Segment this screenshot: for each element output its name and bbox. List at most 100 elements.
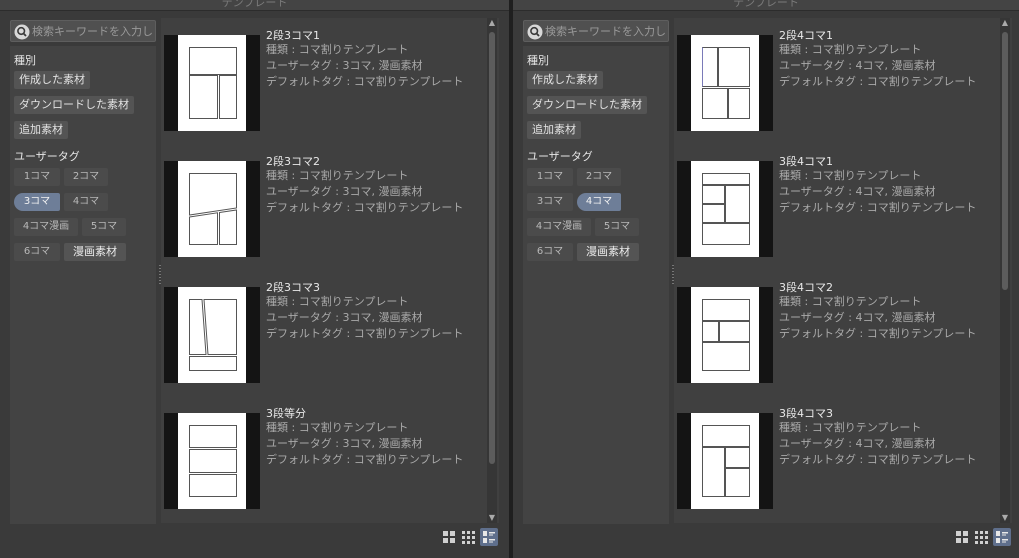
- list-item[interactable]: 3段等分 種類 : コマ割りテンプレート ユーザータグ : 3コマ, 漫画素材 …: [164, 407, 482, 509]
- search-icon: [14, 24, 30, 40]
- item-kind: 種類 : コマ割りテンプレート: [266, 169, 409, 182]
- item-user-tag: ユーザータグ : 3コマ, 漫画素材: [266, 185, 423, 198]
- material-list: 2段4コマ1 種類 : コマ割りテンプレート ユーザータグ : 4コマ, 漫画素…: [674, 18, 1012, 523]
- item-kind: 種類 : コマ割りテンプレート: [779, 43, 922, 56]
- tag-5koma[interactable]: 5コマ: [82, 218, 126, 236]
- tag-6koma[interactable]: 6コマ: [527, 243, 573, 261]
- search-input[interactable]: [32, 23, 152, 39]
- item-default-tag: デフォルトタグ : コマ割りテンプレート: [266, 453, 464, 466]
- user-tag-section-label: ユーザータグ: [527, 150, 593, 163]
- tag-2koma[interactable]: 2コマ: [577, 168, 621, 186]
- large-thumbnail-view-icon: [443, 531, 455, 543]
- vertical-scrollbar[interactable]: ▲ ▼: [1000, 18, 1010, 523]
- kind-added-button[interactable]: 追加素材: [14, 121, 68, 139]
- list-item[interactable]: 2段3コマ1 種類 : コマ割りテンプレート ユーザータグ : 3コマ, 漫画素…: [164, 29, 482, 131]
- template-thumbnail: [164, 287, 260, 383]
- item-default-tag: デフォルトタグ : コマ割りテンプレート: [779, 75, 977, 88]
- kind-downloaded-button[interactable]: ダウンロードした素材: [14, 96, 134, 114]
- list-item[interactable]: 3段4コマ3 種類 : コマ割りテンプレート ユーザータグ : 4コマ, 漫画素…: [677, 407, 995, 509]
- large-thumbnail-view-icon: [956, 531, 968, 543]
- item-default-tag: デフォルトタグ : コマ割りテンプレート: [266, 327, 464, 340]
- tag-3koma[interactable]: 3コマ: [14, 193, 60, 211]
- item-user-tag: ユーザータグ : 4コマ, 漫画素材: [779, 437, 936, 450]
- search-box[interactable]: [523, 20, 669, 42]
- item-kind: 種類 : コマ割りテンプレート: [779, 169, 922, 182]
- item-default-tag: デフォルトタグ : コマ割りテンプレート: [266, 75, 464, 88]
- item-default-tag: デフォルトタグ : コマ割りテンプレート: [779, 201, 977, 214]
- tag-2koma[interactable]: 2コマ: [64, 168, 108, 186]
- item-kind: 種類 : コマ割りテンプレート: [266, 421, 409, 434]
- material-list: 2段3コマ1 種類 : コマ割りテンプレート ユーザータグ : 3コマ, 漫画素…: [161, 18, 499, 523]
- item-kind: 種類 : コマ割りテンプレート: [779, 421, 922, 434]
- small-thumbnail-view-button[interactable]: [460, 528, 478, 546]
- template-thumbnail: [677, 287, 773, 383]
- kind-downloaded-button[interactable]: ダウンロードした素材: [527, 96, 647, 114]
- filter-sidebar: 種別 作成した素材 ダウンロードした素材 追加素材 ユーザータグ 1コマ 2コマ…: [523, 46, 669, 524]
- template-thumbnail: [164, 161, 260, 257]
- item-user-tag: ユーザータグ : 4コマ, 漫画素材: [779, 185, 936, 198]
- list-view-icon: [996, 531, 1008, 543]
- tag-6koma[interactable]: 6コマ: [14, 243, 60, 261]
- large-thumbnail-view-button[interactable]: [953, 528, 971, 546]
- material-panel-left: テンプレート 種別 作成した素材 ダウンロードした素材 追加素材 ユーザータグ …: [0, 0, 509, 558]
- item-user-tag: ユーザータグ : 3コマ, 漫画素材: [266, 59, 423, 72]
- search-input[interactable]: [545, 23, 665, 39]
- item-user-tag: ユーザータグ : 4コマ, 漫画素材: [779, 311, 936, 324]
- scroll-up-icon[interactable]: ▲: [1000, 18, 1010, 28]
- kind-section-label: 種別: [14, 54, 36, 67]
- scroll-down-icon[interactable]: ▼: [1000, 513, 1010, 523]
- panel-title: テンプレート: [733, 0, 799, 9]
- item-user-tag: ユーザータグ : 4コマ, 漫画素材: [779, 59, 936, 72]
- search-box[interactable]: [10, 20, 156, 42]
- view-toolbar: [513, 524, 1019, 558]
- tag-manga-material[interactable]: 漫画素材: [64, 243, 126, 261]
- filter-sidebar: 種別 作成した素材 ダウンロードした素材 追加素材 ユーザータグ 1コマ 2コマ…: [10, 46, 156, 524]
- scroll-up-icon[interactable]: ▲: [487, 18, 497, 28]
- list-view-icon: [483, 531, 495, 543]
- item-default-tag: デフォルトタグ : コマ割りテンプレート: [779, 327, 977, 340]
- item-default-tag: デフォルトタグ : コマ割りテンプレート: [266, 201, 464, 214]
- user-tag-section-label: ユーザータグ: [14, 150, 80, 163]
- template-thumbnail: [677, 413, 773, 509]
- tag-4koma[interactable]: 4コマ: [64, 193, 108, 211]
- tag-1koma[interactable]: 1コマ: [527, 168, 573, 186]
- list-item[interactable]: 2段3コマ2 種類 : コマ割りテンプレート ユーザータグ : 3コマ, 漫画素…: [164, 155, 482, 257]
- item-kind: 種類 : コマ割りテンプレート: [779, 295, 922, 308]
- material-panel-right: テンプレート 種別 作成した素材 ダウンロードした素材 追加素材 ユーザータグ …: [513, 0, 1019, 558]
- small-thumbnail-view-icon: [975, 531, 988, 544]
- template-thumbnail: [164, 413, 260, 509]
- scrollbar-thumb[interactable]: [489, 32, 495, 464]
- tag-5koma[interactable]: 5コマ: [595, 218, 639, 236]
- template-thumbnail: [164, 35, 260, 131]
- tag-4koma[interactable]: 4コマ: [577, 193, 621, 211]
- item-user-tag: ユーザータグ : 3コマ, 漫画素材: [266, 311, 423, 324]
- kind-created-button[interactable]: 作成した素材: [527, 71, 603, 89]
- item-kind: 種類 : コマ割りテンプレート: [266, 43, 409, 56]
- kind-created-button[interactable]: 作成した素材: [14, 71, 90, 89]
- tag-manga-material[interactable]: 漫画素材: [577, 243, 639, 261]
- kind-added-button[interactable]: 追加素材: [527, 121, 581, 139]
- list-view-button[interactable]: [993, 528, 1011, 546]
- item-kind: 種類 : コマ割りテンプレート: [266, 295, 409, 308]
- panel-title: テンプレート: [221, 0, 288, 9]
- tag-1koma[interactable]: 1コマ: [14, 168, 60, 186]
- small-thumbnail-view-icon: [462, 531, 475, 544]
- list-item[interactable]: 2段3コマ3 種類 : コマ割りテンプレート ユーザータグ : 3コマ, 漫画素…: [164, 281, 482, 383]
- list-item[interactable]: 3段4コマ2 種類 : コマ割りテンプレート ユーザータグ : 4コマ, 漫画素…: [677, 281, 995, 383]
- large-thumbnail-view-button[interactable]: [440, 528, 458, 546]
- list-view-button[interactable]: [480, 528, 498, 546]
- search-icon: [527, 24, 543, 40]
- small-thumbnail-view-button[interactable]: [973, 528, 991, 546]
- kind-section-label: 種別: [527, 54, 549, 67]
- item-default-tag: デフォルトタグ : コマ割りテンプレート: [779, 453, 977, 466]
- list-item[interactable]: 2段4コマ1 種類 : コマ割りテンプレート ユーザータグ : 4コマ, 漫画素…: [677, 29, 995, 131]
- tag-3koma[interactable]: 3コマ: [527, 193, 573, 211]
- tag-4koma-manga[interactable]: 4コマ漫画: [14, 218, 78, 236]
- vertical-scrollbar[interactable]: ▲ ▼: [487, 18, 497, 523]
- panel-title-bar: テンプレート: [513, 0, 1019, 11]
- scrollbar-thumb[interactable]: [1002, 32, 1008, 290]
- tag-4koma-manga[interactable]: 4コマ漫画: [527, 218, 591, 236]
- item-user-tag: ユーザータグ : 3コマ, 漫画素材: [266, 437, 423, 450]
- list-item[interactable]: 3段4コマ1 種類 : コマ割りテンプレート ユーザータグ : 4コマ, 漫画素…: [677, 155, 995, 257]
- scroll-down-icon[interactable]: ▼: [487, 513, 497, 523]
